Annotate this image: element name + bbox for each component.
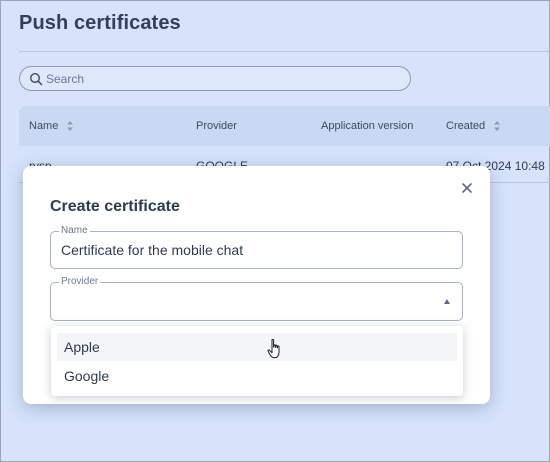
chevron-up-icon[interactable]: [444, 299, 450, 304]
sort-icon[interactable]: [66, 120, 74, 132]
close-icon[interactable]: [459, 180, 475, 196]
sort-icon[interactable]: [493, 120, 501, 132]
provider-field-label: Provider: [59, 276, 101, 288]
column-header-created[interactable]: Created: [446, 120, 485, 132]
table-header: Name Provider Application version Create…: [19, 106, 550, 146]
page-title: Push certificates: [19, 12, 181, 34]
search-placeholder: Search: [46, 72, 85, 86]
provider-select[interactable]: Provider: [50, 276, 463, 321]
column-header-name[interactable]: Name: [29, 120, 58, 132]
provider-dropdown-menu: Apple Google: [51, 326, 463, 396]
name-field[interactable]: Name Certificate for the mobile chat: [50, 225, 463, 269]
title-divider: [19, 51, 549, 52]
search-input[interactable]: Search: [19, 66, 411, 91]
name-field-value: Certificate for the mobile chat: [61, 242, 244, 258]
hand-pointer-icon: [267, 339, 280, 359]
column-header-application-version: Application version: [321, 120, 414, 132]
column-header-provider: Provider: [196, 120, 237, 132]
name-field-label: Name: [59, 225, 90, 237]
provider-option-google[interactable]: Google: [57, 362, 457, 390]
provider-option-apple[interactable]: Apple: [57, 333, 457, 361]
dialog-title: Create certificate: [50, 198, 180, 215]
search-icon: [29, 72, 43, 86]
